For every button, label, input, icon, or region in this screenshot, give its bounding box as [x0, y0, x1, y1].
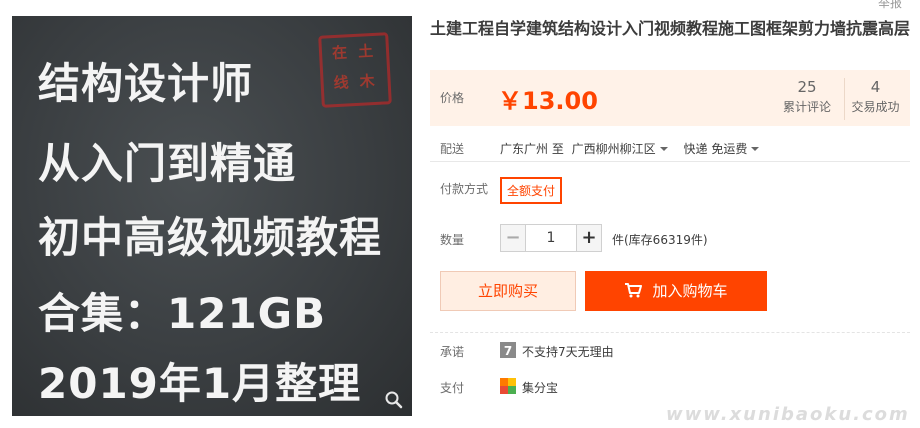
cart-icon [625, 283, 643, 298]
stock-info: 件(库存66319件) [612, 233, 708, 247]
report-link[interactable]: 举报 [878, 0, 902, 11]
promo-line-3: 初中高级视频教程 [38, 213, 383, 262]
promo-line-2: 从入门到精通 [38, 139, 297, 188]
promo-line-4: 合集：121GB [38, 289, 327, 338]
full-payment-option[interactable]: 全额支付 [500, 177, 563, 204]
seal-stamp: 土 木 在 线 [318, 32, 392, 108]
pay-label: 支付 [440, 381, 465, 395]
deals-label: 交易成功 [851, 100, 900, 114]
buy-now-button[interactable]: 立即购买 [440, 271, 576, 311]
chevron-down-icon [659, 146, 668, 151]
shipping-info: 广东广州 至 广西柳州柳江区 快递 免运费 [500, 140, 765, 157]
reviews-label: 累计评论 [782, 100, 831, 114]
jifenbao-icon [500, 378, 516, 394]
product-main-image[interactable]: 结构设计师 从入门到精通 初中高级视频教程 合集：121GB 2019年1月整理… [12, 16, 412, 416]
zoom-icon[interactable] [384, 390, 404, 410]
increase-button[interactable]: + [576, 224, 602, 252]
pay-text: 集分宝 [522, 381, 559, 395]
quantity-label: 数量 [440, 233, 465, 247]
watermark: www.xunibaoku.com [666, 404, 910, 425]
price-label: 价格 [440, 91, 465, 105]
promo-line-1: 结构设计师 [38, 59, 254, 108]
guarantee-divider [430, 332, 910, 333]
chevron-down-icon [751, 146, 760, 151]
reviews-count: 25 [797, 78, 817, 96]
price-panel: 价格 ￥13.00 25 累计评论 4 交易成功 [430, 70, 910, 126]
add-to-cart-label: 加入购物车 [652, 282, 728, 300]
seven-days-icon: 7 [500, 342, 516, 358]
deals-stat: 4 交易成功 [844, 78, 906, 120]
svg-text:7: 7 [504, 344, 512, 358]
promo-line-5: 2019年1月整理 [38, 359, 362, 408]
reviews-stat[interactable]: 25 累计评论 [776, 78, 838, 115]
add-to-cart-button[interactable]: 加入购物车 [585, 271, 767, 311]
product-title: 土建工程自学建筑结构设计入门视频教程施工图框架剪力墙抗震高层 [430, 19, 911, 38]
promise-text: 不支持7天无理由 [522, 345, 614, 359]
quantity-stepper: − 1 + [500, 224, 602, 252]
payment-method-label: 付款方式 [440, 182, 489, 196]
decrease-button[interactable]: − [500, 224, 526, 252]
shipping-label: 配送 [440, 142, 465, 156]
deals-count: 4 [870, 78, 881, 96]
shipping-destination-select[interactable]: 广西柳州柳江区 [572, 142, 674, 156]
shipping-from: 广东广州 至 [500, 142, 564, 156]
promise-label: 承诺 [440, 345, 465, 359]
shipping-method-select[interactable]: 快递 免运费 [684, 142, 766, 156]
quantity-input[interactable]: 1 [526, 224, 576, 252]
price-value: ￥13.00 [498, 87, 598, 115]
